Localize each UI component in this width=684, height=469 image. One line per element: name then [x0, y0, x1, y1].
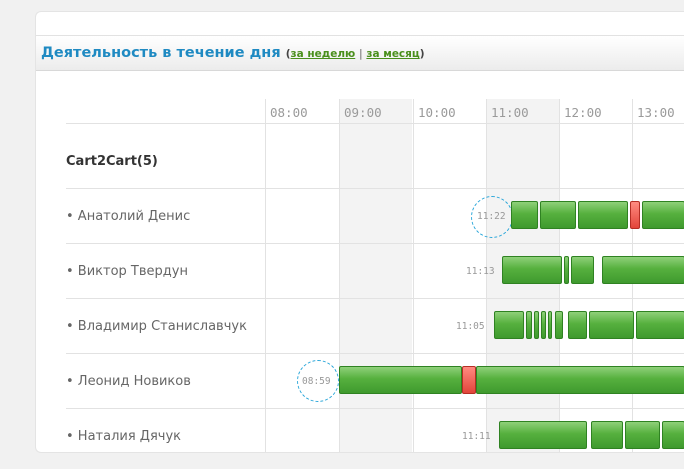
start-time-label: 11:11	[462, 431, 491, 442]
hour-label: 13:00	[637, 105, 675, 120]
link-separator: |	[355, 48, 367, 60]
highlight-circle	[297, 360, 339, 402]
vline	[339, 99, 340, 452]
activity-bar[interactable]	[564, 256, 569, 284]
activity-bar[interactable]	[571, 256, 594, 284]
widget-header: Деятельность в течение дня (за неделю | …	[36, 35, 684, 71]
start-time-label: 11:13	[466, 266, 495, 277]
week-link[interactable]: за неделю	[291, 48, 356, 60]
hour-label: 10:00	[418, 105, 456, 120]
activity-bar[interactable]	[499, 421, 587, 449]
activity-bar[interactable]	[555, 311, 563, 339]
activity-widget: Деятельность в течение дня (за неделю | …	[35, 11, 684, 453]
activity-bar[interactable]	[494, 311, 524, 339]
paren-close: )	[419, 48, 425, 60]
hour-label: 09:00	[344, 105, 382, 120]
start-time-label: 11:05	[456, 321, 485, 332]
row-divider	[66, 188, 684, 189]
activity-bar[interactable]	[589, 311, 634, 339]
activity-bar[interactable]	[541, 311, 546, 339]
hour-label: 08:00	[270, 105, 308, 120]
widget-title-text: Деятельность в течение дня	[41, 45, 281, 61]
period-links: (за неделю | за месяц)	[286, 48, 425, 60]
timeline-grid: 08:00 09:00 10:00 11:00 12:00 13:00 Cart…	[66, 99, 684, 452]
activity-bar[interactable]	[625, 421, 660, 449]
idle-bar[interactable]	[462, 366, 476, 394]
activity-bar[interactable]	[526, 311, 532, 339]
activity-bar[interactable]	[662, 421, 684, 449]
widget-title: Деятельность в течение дня (за неделю | …	[41, 45, 425, 61]
activity-bar[interactable]	[534, 311, 539, 339]
user-label[interactable]: • Виктор Твердун	[66, 264, 266, 279]
user-label[interactable]: • Владимир Станиславчук	[66, 319, 266, 334]
row-divider	[66, 353, 684, 354]
hour-label: 12:00	[564, 105, 602, 120]
highlight-circle	[471, 196, 513, 238]
user-label[interactable]: • Анатолий Денис	[66, 209, 266, 224]
row-divider	[66, 298, 684, 299]
activity-bar[interactable]	[642, 201, 684, 229]
activity-bar[interactable]	[540, 201, 576, 229]
header-divider	[66, 123, 684, 124]
activity-bar[interactable]	[502, 256, 562, 284]
user-label[interactable]: • Наталия Дячук	[66, 429, 266, 444]
activity-bar[interactable]	[339, 366, 462, 394]
activity-bar[interactable]	[476, 366, 684, 394]
row-divider	[66, 243, 684, 244]
row-divider	[66, 408, 684, 409]
group-label: Cart2Cart(5)	[66, 154, 158, 169]
activity-bar[interactable]	[548, 311, 552, 339]
idle-bar[interactable]	[630, 201, 640, 229]
vline	[413, 99, 414, 452]
activity-bar[interactable]	[636, 311, 684, 339]
activity-bar[interactable]	[591, 421, 623, 449]
activity-bar[interactable]	[511, 201, 538, 229]
month-link[interactable]: за месяц	[366, 48, 419, 60]
shade-0900	[339, 99, 412, 452]
activity-bar[interactable]	[568, 311, 587, 339]
hour-label: 11:00	[491, 105, 529, 120]
activity-bar[interactable]	[602, 256, 684, 284]
user-label[interactable]: • Леонид Новиков	[66, 374, 266, 389]
activity-bar[interactable]	[578, 201, 628, 229]
